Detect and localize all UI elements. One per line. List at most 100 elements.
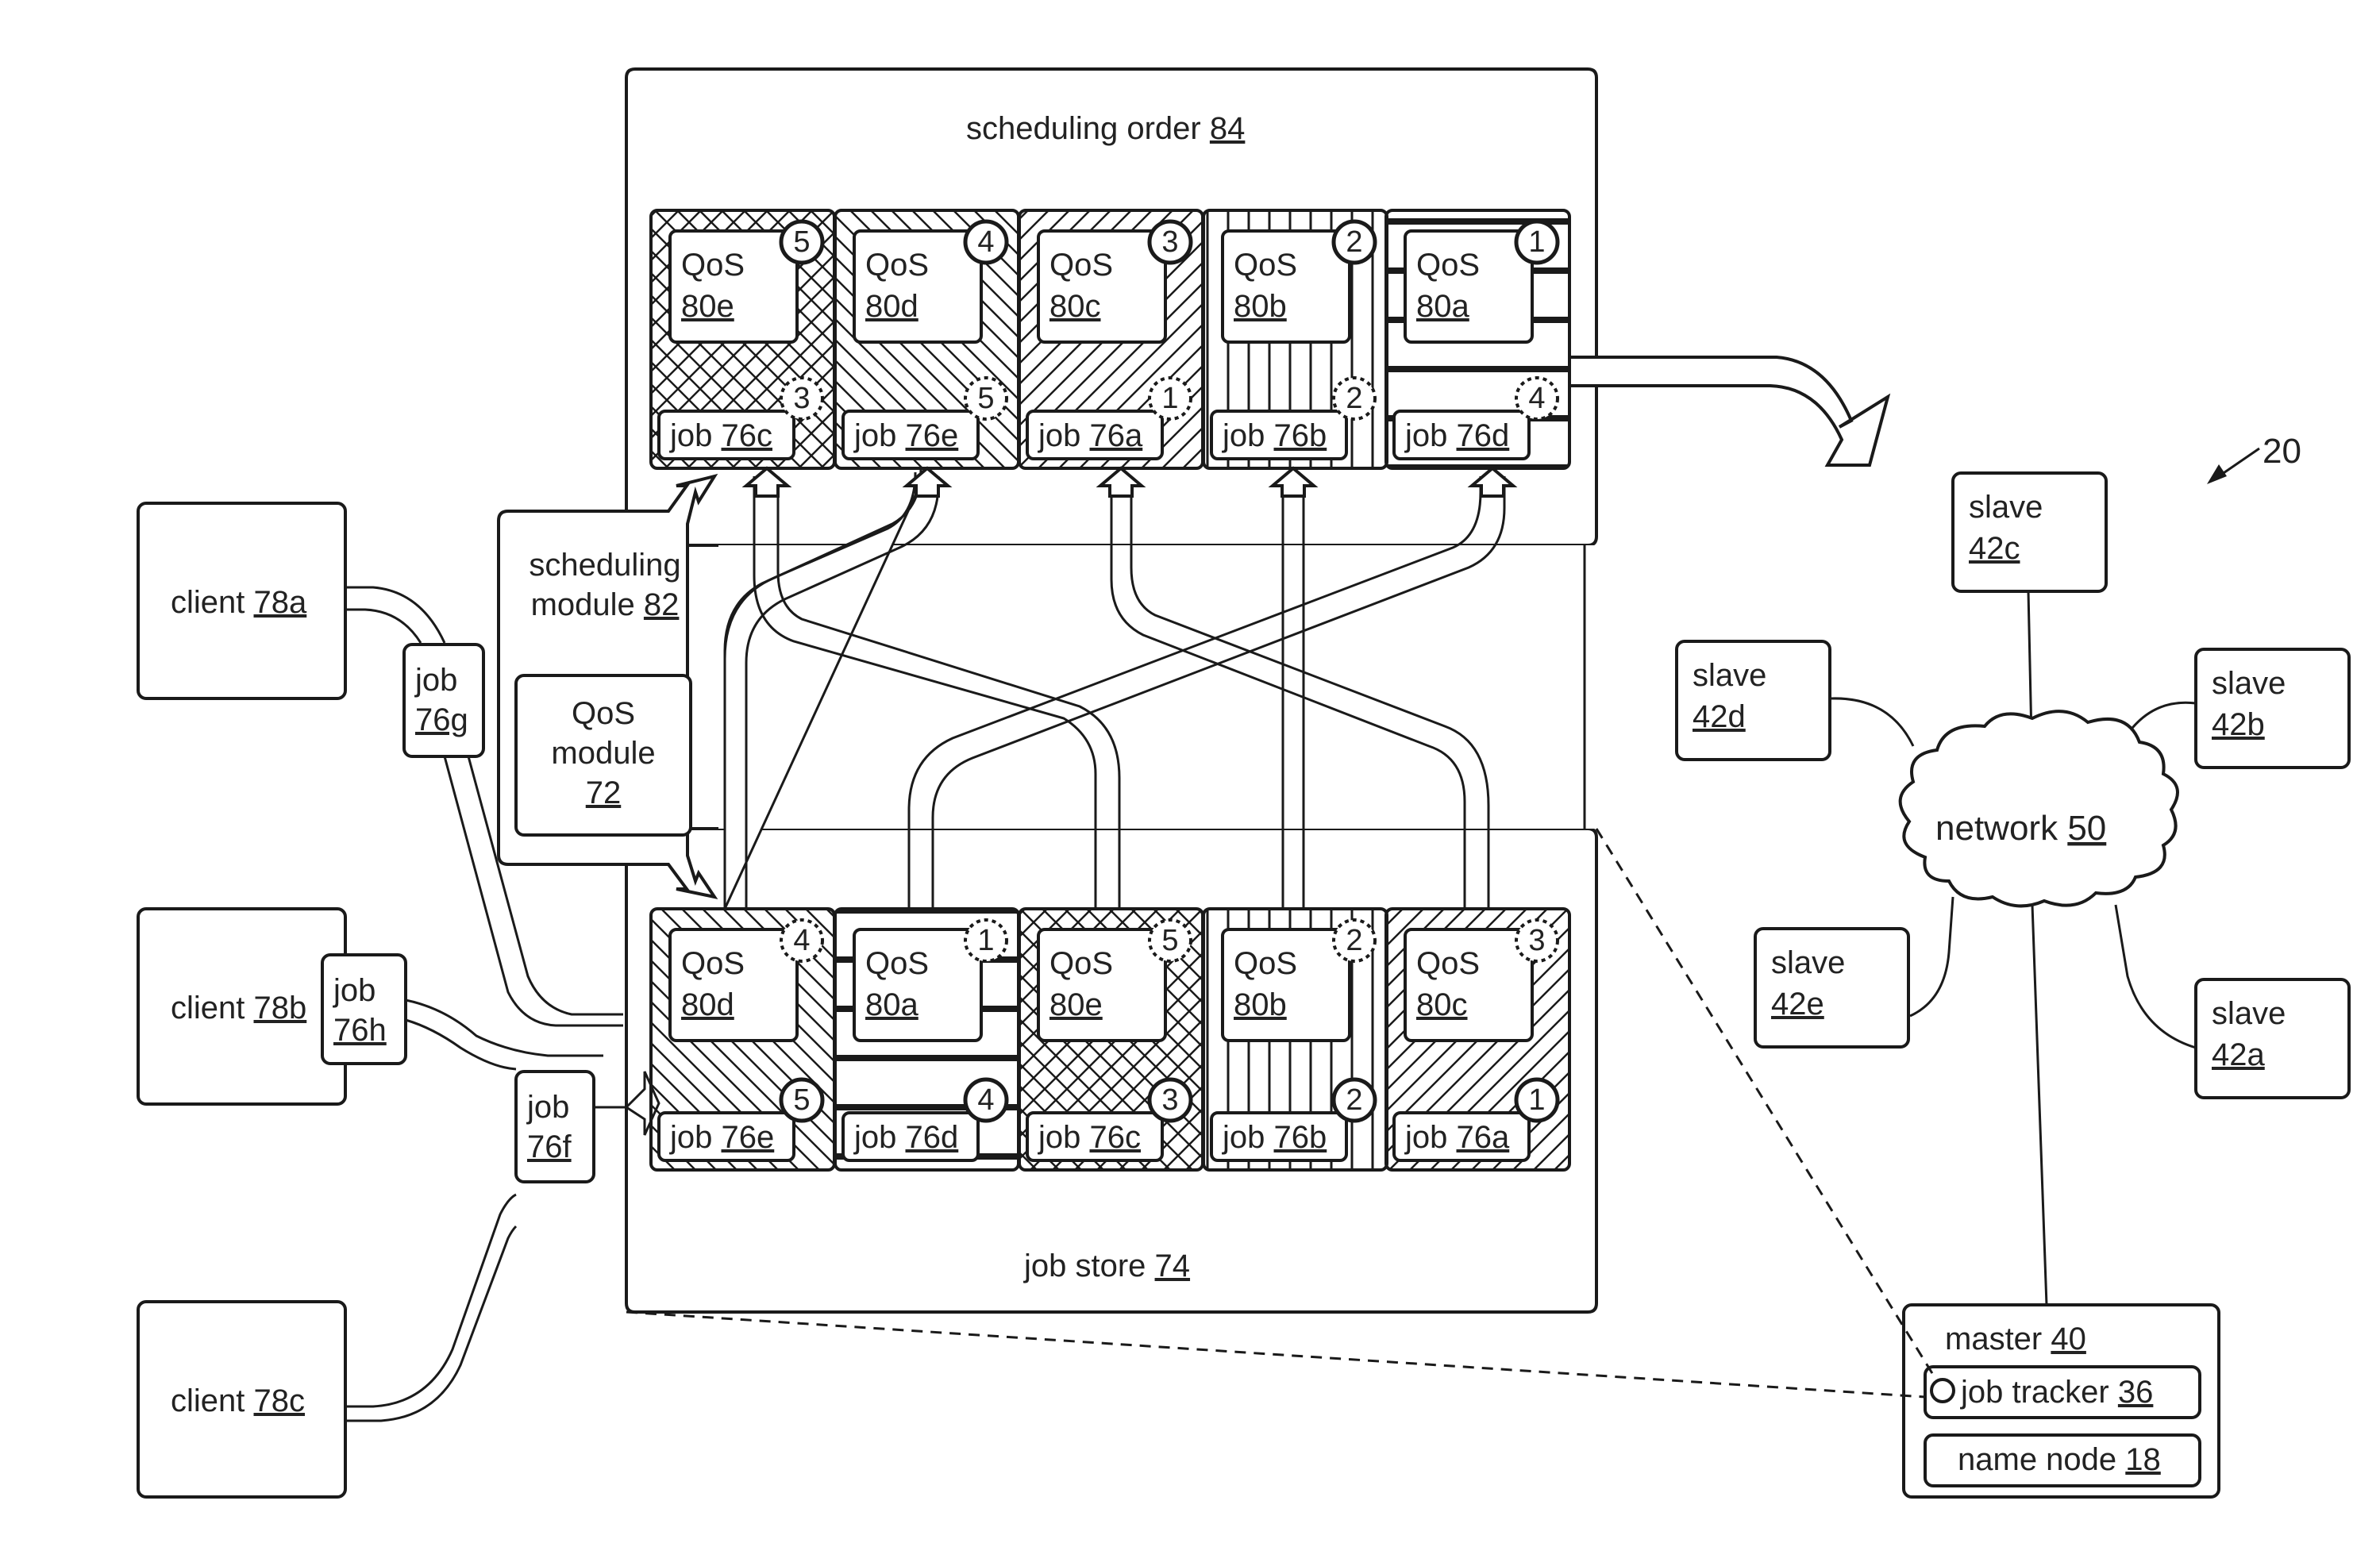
- scheduling-order-cell-80e[interactable]: QoS 80e job 76c 5 3: [649, 209, 836, 470]
- job-label: job 76d: [853, 1120, 958, 1155]
- job-item: job 76c: [1026, 1111, 1164, 1162]
- slave-42a[interactable]: slave 42a: [2194, 978, 2351, 1099]
- qos-item: QoS 80d: [853, 229, 983, 344]
- job-store-cell-80b[interactable]: QoS 80b job 76b 2 2: [1202, 907, 1388, 1172]
- dispatch-arrow: [1568, 356, 1891, 467]
- job-rank-badge: 1: [1148, 376, 1192, 421]
- svg-text:2: 2: [1346, 1083, 1362, 1117]
- job-store-cell-80c[interactable]: QoS 80c job 76a 3 1: [1384, 907, 1571, 1172]
- qos-label: QoS: [1416, 248, 1480, 283]
- incoming-job-76g[interactable]: job 76g: [402, 643, 485, 758]
- scheduling-order-cell-80b[interactable]: QoS 80b job 76b 2 2: [1202, 209, 1388, 470]
- job-rank-badge: 4: [1515, 376, 1559, 421]
- client-78c[interactable]: client 78c: [137, 1300, 347, 1499]
- job-item: job 76a: [1026, 410, 1164, 460]
- scheduling-order-cell-80a[interactable]: QoS 80a job 76d 1 4: [1384, 209, 1571, 470]
- incoming-job-ref: 76g: [415, 702, 468, 737]
- qos-ref: 80a: [865, 987, 918, 1022]
- slave-label: slave: [1771, 945, 1845, 980]
- slave-ref: 42e: [1771, 987, 1824, 1022]
- job-store-panel: job store 74 QoS 80d job 76e 4 5 QoS 80a job 76…: [625, 827, 1598, 1314]
- job-rank-badge: 3: [1147, 1077, 1193, 1123]
- qos-label: QoS: [1049, 248, 1113, 283]
- incoming-job-label: job: [526, 1090, 569, 1125]
- qos-item: QoS 80b: [1221, 928, 1351, 1042]
- svg-text:4: 4: [1528, 382, 1545, 415]
- figure-number: 20: [2263, 432, 2301, 471]
- svg-text:3: 3: [1161, 1083, 1178, 1117]
- qos-module-label: QoS: [572, 696, 635, 731]
- job-label: job 76e: [853, 418, 958, 453]
- qos-item: QoS 80a: [1404, 229, 1534, 344]
- job-rank-badge: 4: [963, 1077, 1009, 1123]
- incoming-job-ref: 76f: [527, 1129, 572, 1164]
- qos-item: QoS 80b: [1221, 229, 1351, 344]
- qos-label: QoS: [865, 946, 929, 981]
- qos-item: QoS 80c: [1037, 229, 1167, 344]
- incoming-job-label: job: [333, 973, 375, 1008]
- slave-42c[interactable]: slave 42c: [1951, 471, 2108, 593]
- svg-text:5: 5: [1161, 924, 1178, 957]
- job-label: job 76d: [1404, 418, 1509, 453]
- client-78a[interactable]: client 78a: [137, 502, 347, 700]
- client-78b[interactable]: client 78b: [137, 907, 347, 1106]
- qos-label: QoS: [1234, 946, 1297, 981]
- master-label: master 40: [1945, 1322, 2086, 1356]
- callout-line-top: [1595, 828, 1939, 1382]
- qos-rank-badge: 4: [780, 918, 824, 963]
- slave-ref: 42c: [1969, 531, 2020, 566]
- qos-item: QoS 80c: [1404, 928, 1534, 1042]
- qos-ref: 80c: [1049, 289, 1101, 324]
- qos-label: QoS: [681, 248, 745, 283]
- qos-label: QoS: [681, 946, 745, 981]
- job-label: job 76b: [1222, 1120, 1327, 1155]
- incoming-job-label: job: [414, 663, 457, 698]
- job-rank-badge: 3: [780, 376, 824, 421]
- incoming-job-76f[interactable]: job 76f: [514, 1070, 595, 1183]
- incoming-job-76h[interactable]: job 76h: [321, 953, 407, 1065]
- svg-text:2: 2: [1346, 382, 1362, 415]
- job-label: job 76a: [1404, 1120, 1510, 1155]
- job-rank-badge: 2: [1332, 376, 1377, 421]
- scheduling-order-cell-80d[interactable]: QoS 80d job 76e 4 5: [834, 209, 1020, 470]
- qos-label: QoS: [865, 248, 929, 283]
- job-store-cells: QoS 80d job 76e 4 5 QoS 80a job 76d 1 4 QoS 80e job …: [649, 907, 1571, 1172]
- qos-ref: 80a: [1416, 289, 1469, 324]
- slave-42b[interactable]: slave 42b: [2194, 648, 2351, 769]
- scheduling-order-cells: QoS 80e job 76c 5 3 QoS 80d job 76e 4 5 QoS 80c job …: [649, 209, 1571, 470]
- job-scheduling-diagram: scheduling order 84 QoS 80e job 76c 5 3 QoS 80…: [137, 67, 2351, 1499]
- svg-text:2: 2: [1346, 225, 1362, 259]
- svg-text:1: 1: [1528, 1083, 1545, 1117]
- slave-42d[interactable]: slave 42d: [1675, 640, 1831, 761]
- qos-module-label-2: module: [551, 736, 655, 771]
- name-node-label: name node 18: [1958, 1442, 2161, 1477]
- slave-42e[interactable]: slave 42e: [1754, 927, 1910, 1049]
- slave-label: slave: [1693, 658, 1766, 693]
- qos-item: QoS 80e: [668, 229, 799, 344]
- job-item: job 76d: [1392, 410, 1531, 460]
- client-label: client 78c: [171, 1383, 305, 1418]
- qos-ref: 80c: [1416, 987, 1468, 1022]
- qos-label: QoS: [1234, 248, 1297, 283]
- qos-label: QoS: [1416, 946, 1480, 981]
- name-node[interactable]: name node 18: [1924, 1433, 2201, 1487]
- qos-rank-badge: 1: [964, 918, 1008, 963]
- qos-rank-badge: 5: [1148, 918, 1192, 963]
- job-store-cell-80d[interactable]: QoS 80d job 76e 4 5: [649, 907, 836, 1172]
- cluster: network 50 slave42cslave42dslave42bslave…: [1675, 432, 2351, 1306]
- svg-text:3: 3: [793, 382, 810, 415]
- job-rank-badge: 2: [1331, 1077, 1377, 1123]
- svg-text:5: 5: [793, 225, 810, 259]
- job-store-cell-80a[interactable]: QoS 80a job 76d 1 4: [834, 907, 1020, 1172]
- scheduling-order-cell-80c[interactable]: QoS 80c job 76a 3 1: [1018, 209, 1204, 470]
- job-item: job 76e: [657, 1111, 795, 1162]
- job-store-cell-80e[interactable]: QoS 80e job 76c 5 3: [1018, 907, 1204, 1172]
- slave-ref: 42d: [1693, 699, 1746, 734]
- job-item: job 76e: [841, 410, 980, 460]
- master-node: master 40 job tracker 36 name node 18: [1902, 1303, 2220, 1499]
- job-label: job 76e: [669, 1120, 774, 1155]
- svg-text:2: 2: [1346, 924, 1362, 957]
- svg-text:3: 3: [1161, 225, 1178, 259]
- job-tracker[interactable]: job tracker 36: [1924, 1365, 2201, 1419]
- job-item: job 76d: [841, 1111, 980, 1162]
